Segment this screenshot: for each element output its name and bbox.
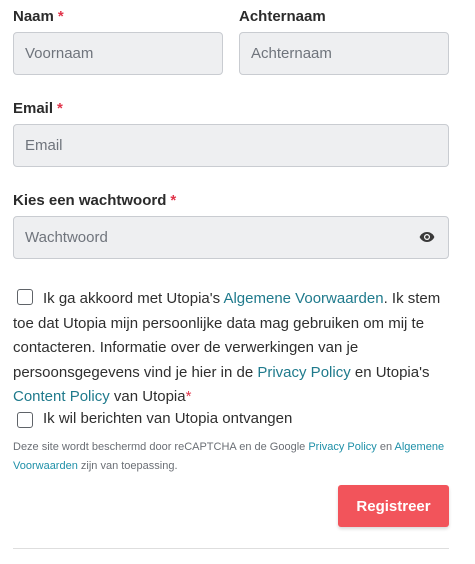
required-marker: * — [57, 100, 63, 117]
captcha-part2: en — [376, 441, 395, 453]
content-policy-link[interactable]: Content Policy — [13, 388, 110, 405]
terms-link[interactable]: Algemene Voorwaarden — [223, 290, 383, 307]
last-name-label: Achternaam — [239, 8, 326, 25]
eye-icon[interactable] — [419, 230, 435, 244]
last-name-input[interactable] — [239, 32, 449, 75]
consent-part3: en Utopia's — [350, 363, 430, 381]
captcha-part1: Deze site wordt beschermd door reCAPTCHA… — [13, 441, 309, 453]
email-label-text: Email — [13, 100, 54, 117]
password-label: Kies een wachtwoord * — [13, 192, 176, 209]
divider — [13, 548, 449, 549]
consent-part1: Ik ga akkoord met Utopia's — [43, 290, 224, 307]
last-name-label-text: Achternaam — [239, 8, 326, 25]
password-label-text: Kies een wachtwoord — [13, 192, 167, 209]
newsletter-label: Ik wil berichten van Utopia ontvangen — [43, 410, 293, 427]
terms-consent-text: Ik ga akkoord met Utopia's Algemene Voor… — [13, 287, 447, 410]
email-input[interactable] — [13, 124, 449, 167]
first-name-label-text: Naam — [13, 8, 54, 25]
consent-part4: van Utopia — [109, 388, 186, 405]
newsletter-checkbox[interactable] — [17, 412, 33, 428]
google-privacy-link[interactable]: Privacy Policy — [308, 441, 376, 453]
password-input[interactable] — [13, 216, 449, 259]
required-marker: * — [57, 8, 64, 25]
register-button[interactable]: Registreer — [338, 485, 449, 527]
required-marker: * — [170, 192, 177, 209]
recaptcha-notice: Deze site wordt beschermd door reCAPTCHA… — [13, 438, 453, 476]
first-name-label: Naam * — [13, 8, 64, 25]
required-marker: * — [185, 388, 192, 405]
email-label: Email * — [13, 100, 63, 117]
password-field-wrapper — [13, 216, 449, 259]
privacy-policy-link[interactable]: Privacy Policy — [257, 364, 350, 381]
captcha-part3: zijn van toepassing. — [77, 460, 178, 472]
first-name-input[interactable] — [13, 32, 223, 75]
